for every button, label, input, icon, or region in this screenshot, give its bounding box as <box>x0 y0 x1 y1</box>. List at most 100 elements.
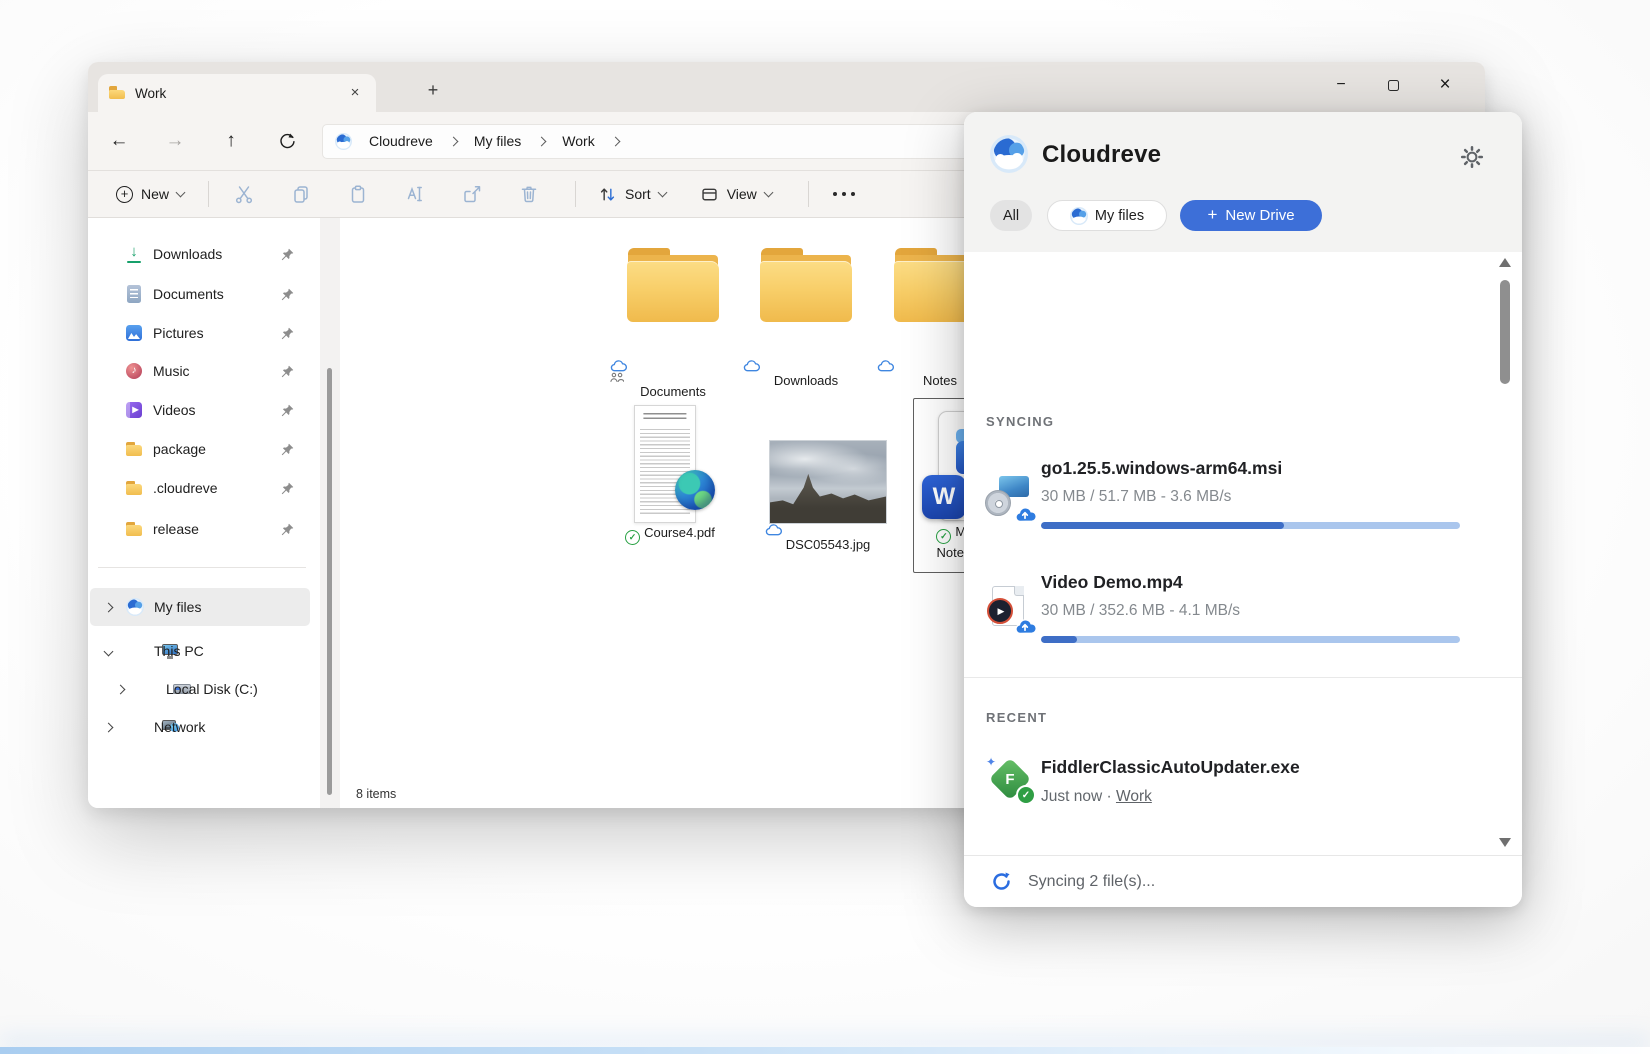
panel-scrollbar-thumb[interactable] <box>1500 280 1510 384</box>
scissors-icon <box>234 184 254 204</box>
scroll-up-icon[interactable] <box>1499 258 1511 267</box>
sidebar-separator <box>98 567 306 568</box>
view-icon <box>700 185 719 204</box>
breadcrumb-work[interactable]: Work <box>554 133 602 149</box>
synced-check-icon: ✓ <box>625 530 640 545</box>
trash-icon <box>519 184 539 204</box>
sidebar-item-music[interactable]: ♪ Music <box>90 352 310 390</box>
cloudreve-icon <box>126 598 144 616</box>
pin-icon <box>281 248 294 261</box>
new-tab-button[interactable]: + <box>416 75 450 107</box>
new-button[interactable]: + New <box>104 176 196 212</box>
divider <box>208 181 209 207</box>
sidebar-item-label: Videos <box>153 402 196 418</box>
desktop: Work × + − × ← → ↑ <box>0 0 1650 1054</box>
pin-icon <box>281 327 294 340</box>
sidebar-item-package[interactable]: package <box>90 430 310 468</box>
tab-work[interactable]: Work × <box>98 74 376 112</box>
sort-button[interactable]: Sort <box>588 176 676 212</box>
sync-status-text: Syncing 2 file(s)... <box>1028 873 1155 891</box>
close-button[interactable]: × <box>1419 62 1471 108</box>
file-tile-dsc05543-jpg[interactable]: DSC05543.jpg <box>761 398 895 573</box>
sidebar-item-documents[interactable]: Documents <box>90 275 310 313</box>
folder-tile-documents[interactable]: Documents <box>606 242 740 324</box>
sidebar-item-local-disk[interactable]: Local Disk (C:) <box>90 670 310 708</box>
chevron-right-icon[interactable] <box>104 722 114 732</box>
view-button[interactable]: View <box>690 176 782 212</box>
progress-bar <box>1041 636 1460 643</box>
items-count: 8 items <box>356 787 396 801</box>
fiddler-exe-icon: F ✦ ✓ <box>986 756 1032 802</box>
folder-name: Notes <box>923 373 957 388</box>
window-controls: − × <box>1315 62 1471 108</box>
breadcrumb-my-files[interactable]: My files <box>466 133 529 149</box>
plus-icon: + <box>1207 205 1217 225</box>
share-button[interactable] <box>449 176 495 212</box>
chevron-right-icon <box>537 136 547 146</box>
chevron-right-icon[interactable] <box>104 602 114 612</box>
delete-button[interactable] <box>506 176 552 212</box>
file-tile-course4-pdf[interactable]: ✓Course4.pdf <box>603 398 737 573</box>
cloud-status-icon <box>877 360 894 372</box>
folder-icon <box>124 519 144 539</box>
filter-all-chip[interactable]: All <box>990 200 1032 231</box>
share-icon <box>462 184 482 204</box>
cut-button[interactable] <box>221 176 267 212</box>
sidebar-item-network[interactable]: Network <box>90 708 310 746</box>
filter-my-files-chip[interactable]: My files <box>1047 200 1167 231</box>
pin-icon <box>281 482 294 495</box>
breadcrumb-root[interactable]: Cloudreve <box>361 133 441 149</box>
minimize-button[interactable]: − <box>1315 62 1367 108</box>
folder-name: Downloads <box>774 373 838 388</box>
rename-button[interactable] <box>392 176 438 212</box>
back-button[interactable]: ← <box>102 125 136 157</box>
file-name: DSC05543.jpg <box>786 537 871 552</box>
chevron-down-icon <box>763 188 773 198</box>
sync-file-progress-text: 30 MB / 51.7 MB - 3.6 MB/s <box>1041 488 1231 506</box>
refresh-icon <box>278 132 296 150</box>
cloudreve-logo <box>990 135 1028 173</box>
paste-button[interactable] <box>335 176 381 212</box>
folder-tile-downloads[interactable]: Downloads <box>739 242 873 324</box>
panel-content: SYNCING go1.25.5.windows-arm64.msi 30 MB… <box>964 252 1522 855</box>
sidebar-item-my-files[interactable]: My files <box>90 588 310 626</box>
tab-close-icon[interactable]: × <box>344 82 366 104</box>
up-button[interactable]: ↑ <box>214 125 248 157</box>
scrollbar-thumb[interactable] <box>327 368 332 795</box>
refresh-button[interactable] <box>270 125 304 157</box>
sidebar-item-pictures[interactable]: Pictures <box>90 314 310 352</box>
cloud-upload-badge <box>1014 506 1036 523</box>
new-drive-label: New Drive <box>1225 207 1294 224</box>
new-drive-button[interactable]: + New Drive <box>1180 200 1322 231</box>
sidebar-item-downloads[interactable]: ↓ Downloads <box>90 235 310 273</box>
sync-file-progress-text: 30 MB / 352.6 MB - 4.1 MB/s <box>1041 602 1240 620</box>
folder-icon <box>108 85 126 101</box>
scroll-down-icon[interactable] <box>1499 838 1511 847</box>
chevron-right-icon[interactable] <box>116 684 126 694</box>
more-options-icon <box>833 192 837 196</box>
sidebar-item-release[interactable]: release <box>90 510 310 548</box>
sidebar-item-label: Documents <box>153 286 224 302</box>
sidebar-item-cloudreve[interactable]: .cloudreve <box>90 469 310 507</box>
forward-button[interactable]: → <box>158 125 192 157</box>
chevron-down-icon[interactable] <box>104 646 114 656</box>
more-options-button[interactable] <box>821 176 867 212</box>
maximize-button[interactable] <box>1367 62 1419 108</box>
maximize-icon <box>1388 80 1399 91</box>
sidebar-item-videos[interactable]: ▶ Videos <box>90 391 310 429</box>
cloudreve-icon <box>335 133 352 150</box>
gear-icon <box>1460 145 1484 169</box>
recent-file-meta: Just now · Work <box>1041 788 1152 806</box>
filter-all-label: All <box>1003 208 1019 224</box>
word-badge-icon: W <box>922 475 966 519</box>
sidebar-item-this-pc[interactable]: This PC <box>90 632 310 670</box>
copy-button[interactable] <box>278 176 324 212</box>
sync-file-name: go1.25.5.windows-arm64.msi <box>1041 458 1282 479</box>
videos-icon: ▶ <box>124 400 144 420</box>
cloud-status-icon <box>765 524 782 536</box>
sparkle-icon: ✦ <box>986 755 996 769</box>
recent-location-link[interactable]: Work <box>1116 788 1152 805</box>
cloud-status-icon <box>610 360 627 372</box>
sidebar-scrollbar[interactable] <box>320 218 340 808</box>
settings-button[interactable] <box>1458 143 1485 170</box>
